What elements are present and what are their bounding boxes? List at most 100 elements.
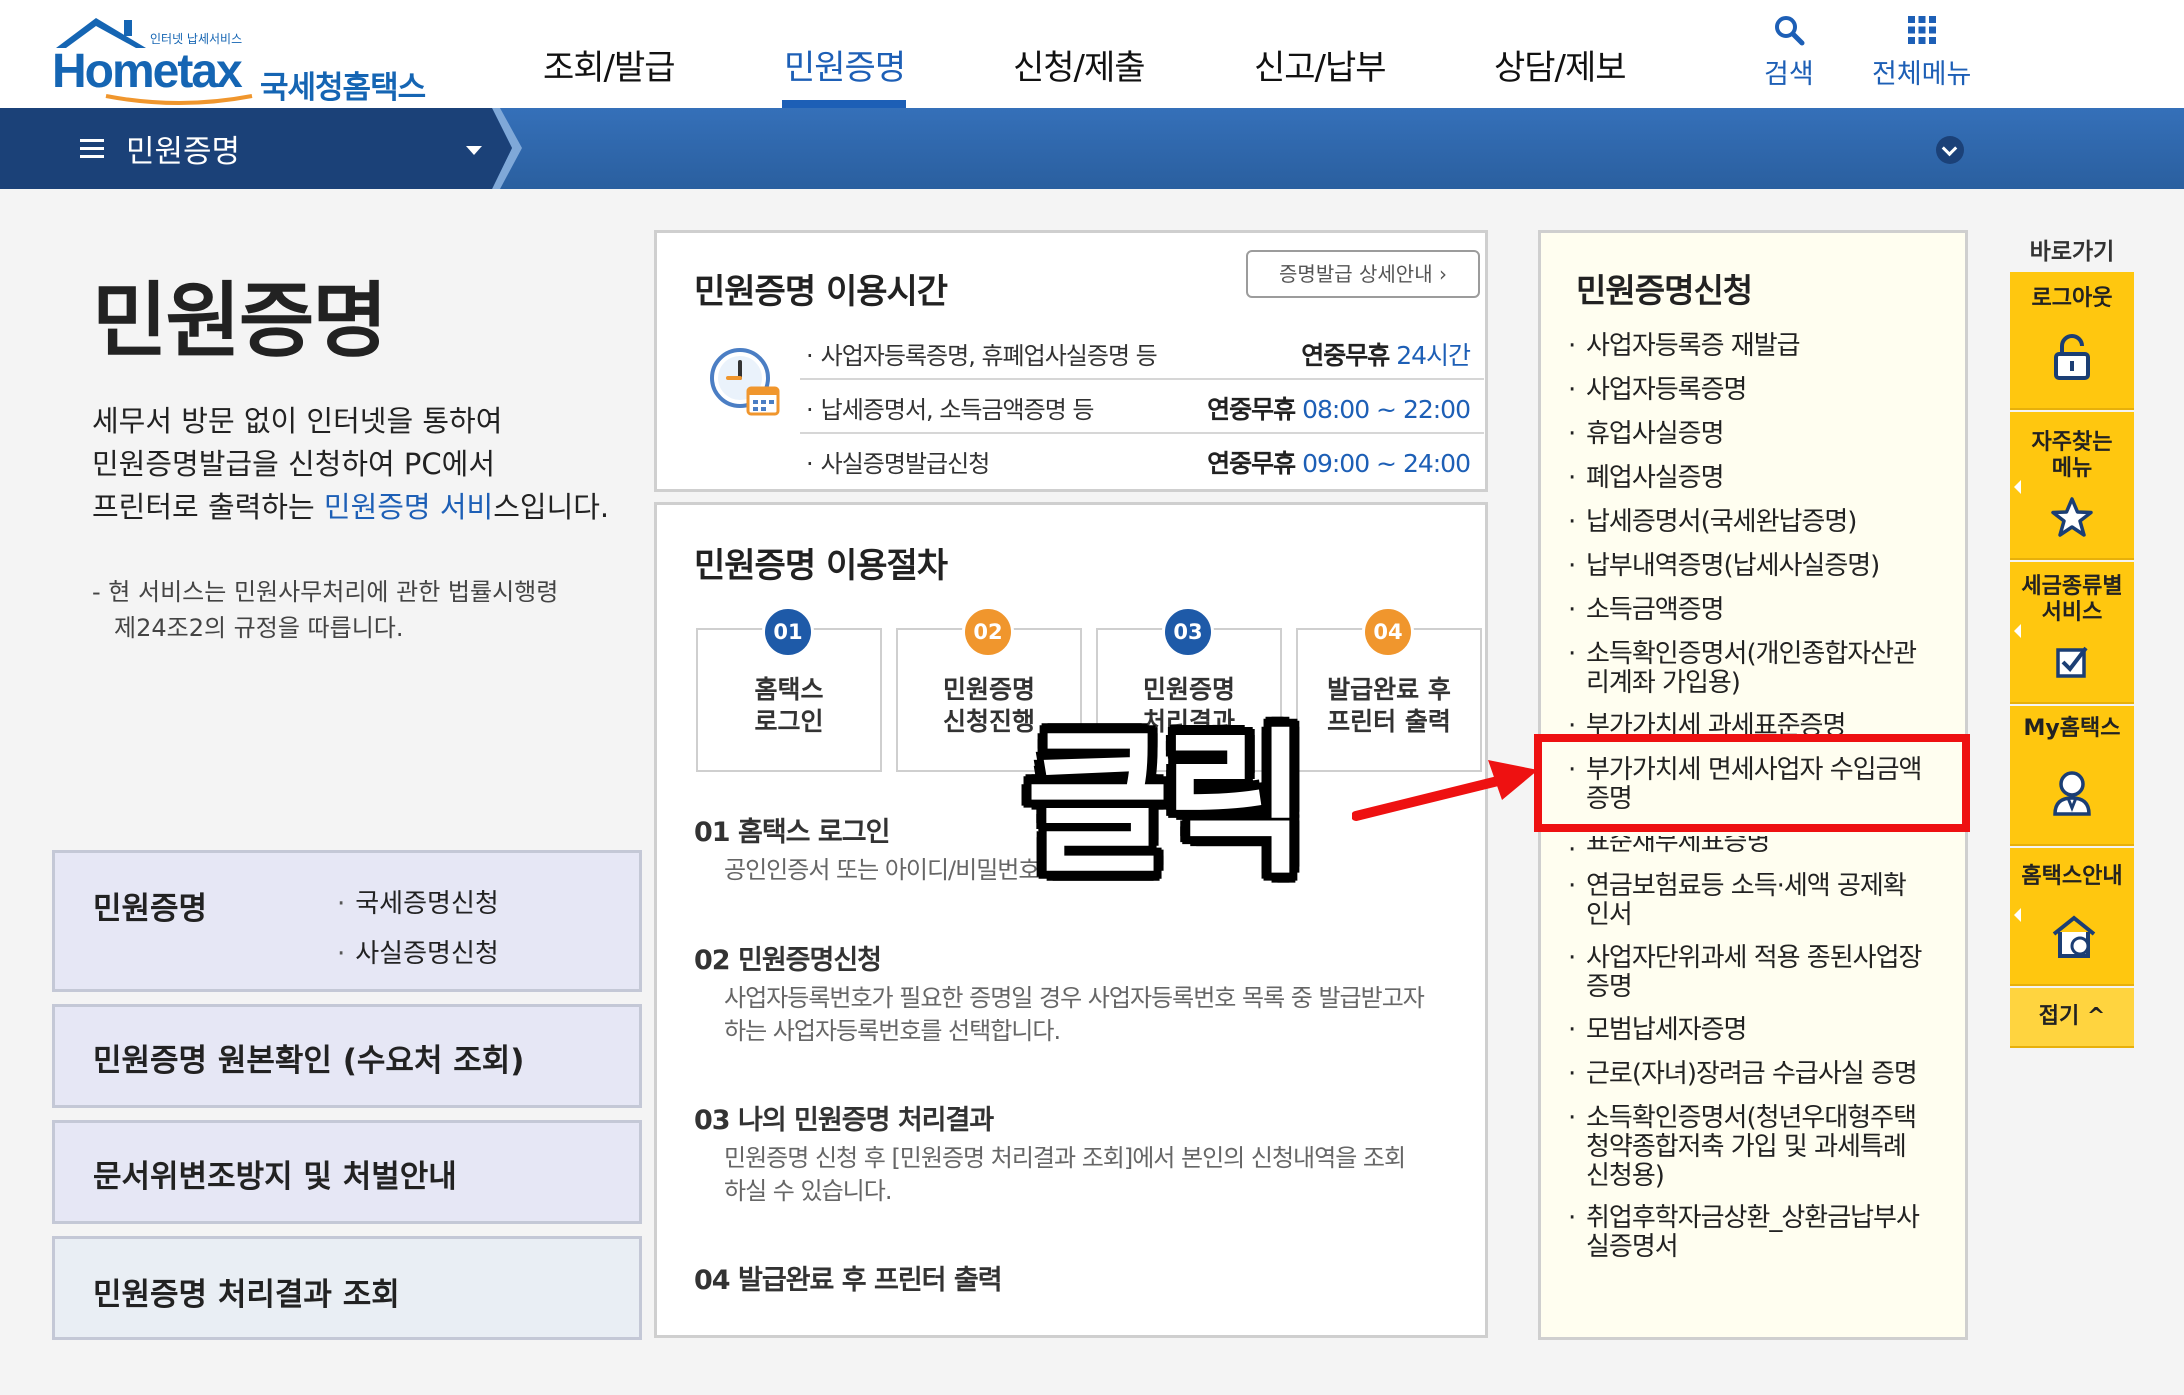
step-label: 민원증명 <box>1142 675 1235 704</box>
page-description: 세무서 방문 없이 인터넷을 통하여 민원증명발급을 신청하여 PC에서 프린터… <box>92 400 609 529</box>
logout-label: 로그아웃 <box>2031 286 2113 311</box>
apply-item[interactable]: 납부내역증명(납세사실증명) <box>1568 552 1880 582</box>
apply-item[interactable]: 사업자등록증 재발급 <box>1568 332 1801 362</box>
apply-item[interactable]: 소득확인증명서(개인종합자산관리계좌 가입용) <box>1568 639 1917 698</box>
apply-item-text: 부가가치세 과세표준증명 <box>1586 712 1846 734</box>
procedure-step-text: 공인인증서 또는 아이디/비밀번호 <box>724 856 1040 884</box>
forgery-prevention-box[interactable]: 문서위변조방지 및 처벌안내 <box>52 1120 642 1224</box>
dropdown-caret-icon[interactable] <box>466 146 482 155</box>
favorite-menu-button[interactable]: 자주찾는 메뉴 <box>2010 412 2134 560</box>
description-text: 스입니다. <box>493 490 610 524</box>
apply-item-text: 사업자등록증명 <box>1586 375 1747 405</box>
original-verification-box[interactable]: 민원증명 원본확인 (수요처 조회) <box>52 1004 642 1108</box>
all-menu-button[interactable]: 전체메뉴 <box>1872 14 1971 91</box>
procedure-step-text: 사업자등록번호가 필요한 증명일 경우 사업자등록번호 목록 중 발급받고자 <box>724 984 1425 1012</box>
apply-item[interactable]: 모범납세자증명 <box>1568 1015 1747 1046</box>
collapse-button[interactable]: 접기 ^ <box>2010 988 2134 1048</box>
box-title: 민원증명 <box>93 891 208 927</box>
hours-title: 민원증명 이용시간 <box>694 272 948 312</box>
apply-item-text: 인서 <box>1586 900 1633 930</box>
nav-report-payment[interactable]: 신고/납부 <box>1254 40 1387 89</box>
hometax-guide-button[interactable]: 홈택스안내 <box>2010 848 2134 986</box>
tax-service-label: 서비스 <box>2041 600 2103 625</box>
my-hometax-button[interactable]: My홈택스 <box>2010 706 2134 846</box>
step-number-badge: 03 <box>1162 606 1214 658</box>
procedure-step-heading: 04 발급완료 후 프린터 출력 <box>694 1265 1003 1296</box>
box-title: 문서위변조방지 및 처벌안내 <box>93 1159 457 1195</box>
step-label: 로그인 <box>754 707 824 736</box>
page-title: 민원증명 <box>92 274 388 369</box>
apply-item[interactable]: 근로(자녀)장려금 수급사실 증명 <box>1568 1059 1918 1090</box>
logout-button[interactable]: 로그아웃 <box>2010 272 2134 410</box>
apply-item-text: 사업자단위과세 적용 종된사업장 <box>1586 943 1922 973</box>
apply-item-text: 휴업사실증명 <box>1586 419 1725 449</box>
hours-value: 24시간 <box>1396 341 1471 370</box>
apply-item[interactable]: 소득확인증명서(청년우대형주택청약종합저축 가입 및 과세특례신청용) <box>1568 1103 1917 1191</box>
hours-row-label: 사실증명발급신청 <box>806 444 991 479</box>
hometax-logo[interactable]: 인터넷 납세서비스 Hometax 국세청홈택스 <box>48 14 428 106</box>
box-title: 민원증명 원본확인 (수요처 조회) <box>93 1043 525 1079</box>
nav-application-submit[interactable]: 신청/제출 <box>1013 40 1146 89</box>
apply-item-text: 소득금액증명 <box>1586 595 1725 625</box>
apply-item-text: 표준재무제표증명 <box>1586 836 1770 856</box>
procedure-step-heading: 01 홈택스 로그인 <box>694 817 890 848</box>
hours-prefix: 연중무휴 <box>1301 341 1390 370</box>
procedure-step-text: 하실 수 있습니다. <box>724 1177 892 1205</box>
apply-item-text: 소득확인증명서(개인종합자산관 <box>1586 639 1917 669</box>
apply-item[interactable]: 휴업사실증명 <box>1568 419 1725 450</box>
apply-item[interactable]: 폐업사실증명 <box>1568 464 1725 494</box>
caret-left-icon <box>2014 908 2021 922</box>
apply-item-text: 실증명서 <box>1586 1232 1679 1262</box>
apply-item-text: 증명 <box>1586 972 1633 1002</box>
hours-row-time: 연중무휴 09:00 ~ 24:00 <box>1207 444 1471 480</box>
nav-civil-certificate[interactable]: 민원증명 <box>784 40 906 89</box>
step-label: 민원증명 <box>942 675 1035 704</box>
chevron-right-icon: › <box>1438 262 1447 286</box>
fact-certificate-link[interactable]: 사실증명신청 <box>337 933 499 970</box>
hours-value: 08:00 ~ 22:00 <box>1302 395 1471 424</box>
apply-item[interactable]: 소득금액증명 <box>1568 595 1725 626</box>
apply-item[interactable]: 사업자단위과세 적용 종된사업장증명 <box>1568 943 1922 1002</box>
tax-type-service-button[interactable]: 세금종류별 서비스 <box>2010 562 2134 704</box>
hours-value: 09:00 ~ 24:00 <box>1302 449 1471 478</box>
chevron-down-icon[interactable] <box>1936 136 1964 164</box>
apply-item-text: 청약종합저축 가입 및 과세특례 <box>1586 1132 1907 1162</box>
nav-consult-report[interactable]: 상담/제보 <box>1494 40 1627 89</box>
hours-row-time: 연중무휴 24시간 <box>1301 336 1471 372</box>
all-menu-label: 전체메뉴 <box>1872 59 1972 90</box>
caret-left-icon <box>2014 624 2021 638</box>
apply-item-text: 소득확인증명서(청년우대형주택 <box>1586 1103 1917 1133</box>
search-button[interactable]: 검색 <box>1764 14 1814 91</box>
apply-item[interactable]: 표준재무제표증명 <box>1568 836 1769 856</box>
apply-item[interactable]: 부가가치세 과세표준증명 <box>1568 712 1845 734</box>
apply-item-text: 취업후학자금상환_상환금납부사 <box>1586 1203 1920 1233</box>
apply-item[interactable]: 연금보험료등 소득·세액 공제확인서 <box>1568 872 1907 930</box>
apply-title: 민원증명신청 <box>1576 271 1753 310</box>
quick-links-title: 바로가기 <box>2029 239 2115 265</box>
issue-detail-label: 증명발급 상세안내 <box>1279 262 1433 286</box>
collapse-label: 접기 ^ <box>2038 1004 2106 1029</box>
issue-detail-button[interactable]: 증명발급 상세안내 › <box>1246 250 1480 298</box>
subbar-menu-dropdown[interactable] <box>0 108 512 189</box>
apply-item[interactable]: 사업자등록증명 <box>1568 375 1747 406</box>
step-number-badge: 02 <box>962 606 1014 658</box>
national-tax-certificate-link[interactable]: 국세증명신청 <box>337 883 499 920</box>
subbar-title[interactable]: 민원증명 <box>126 126 240 171</box>
apply-item-text: 근로(자녀)장려금 수급사실 증명 <box>1586 1059 1918 1089</box>
process-result-box[interactable]: 민원증명 처리결과 조회 <box>52 1236 642 1340</box>
step-label: 발급완료 후 <box>1327 675 1451 704</box>
procedure-step-heading: 03 나의 민원증명 처리결과 <box>694 1105 994 1136</box>
hours-row: 사업자등록증명, 휴폐업사실증명 등 연중무휴 24시간 <box>806 324 1484 378</box>
hamburger-icon[interactable] <box>80 138 104 160</box>
procedure-step-heading: 02 민원증명신청 <box>694 945 882 976</box>
apply-item[interactable]: 납세증명서(국세완납증명) <box>1568 508 1857 538</box>
user-icon <box>2053 771 2091 816</box>
favorite-label: 자주찾는 <box>2031 430 2113 455</box>
apply-item[interactable]: 취업후학자금상환_상환금납부사실증명서 <box>1568 1203 1920 1262</box>
logo-swoosh-icon <box>105 94 253 105</box>
nav-inquiry-issue[interactable]: 조회/발급 <box>543 40 676 89</box>
apply-item-text: 모범납세자증명 <box>1586 1015 1747 1045</box>
my-hometax-label: My홈택스 <box>2023 716 2121 741</box>
step-label: 프린터 출력 <box>1327 707 1451 736</box>
step-number-badge: 01 <box>762 606 814 658</box>
